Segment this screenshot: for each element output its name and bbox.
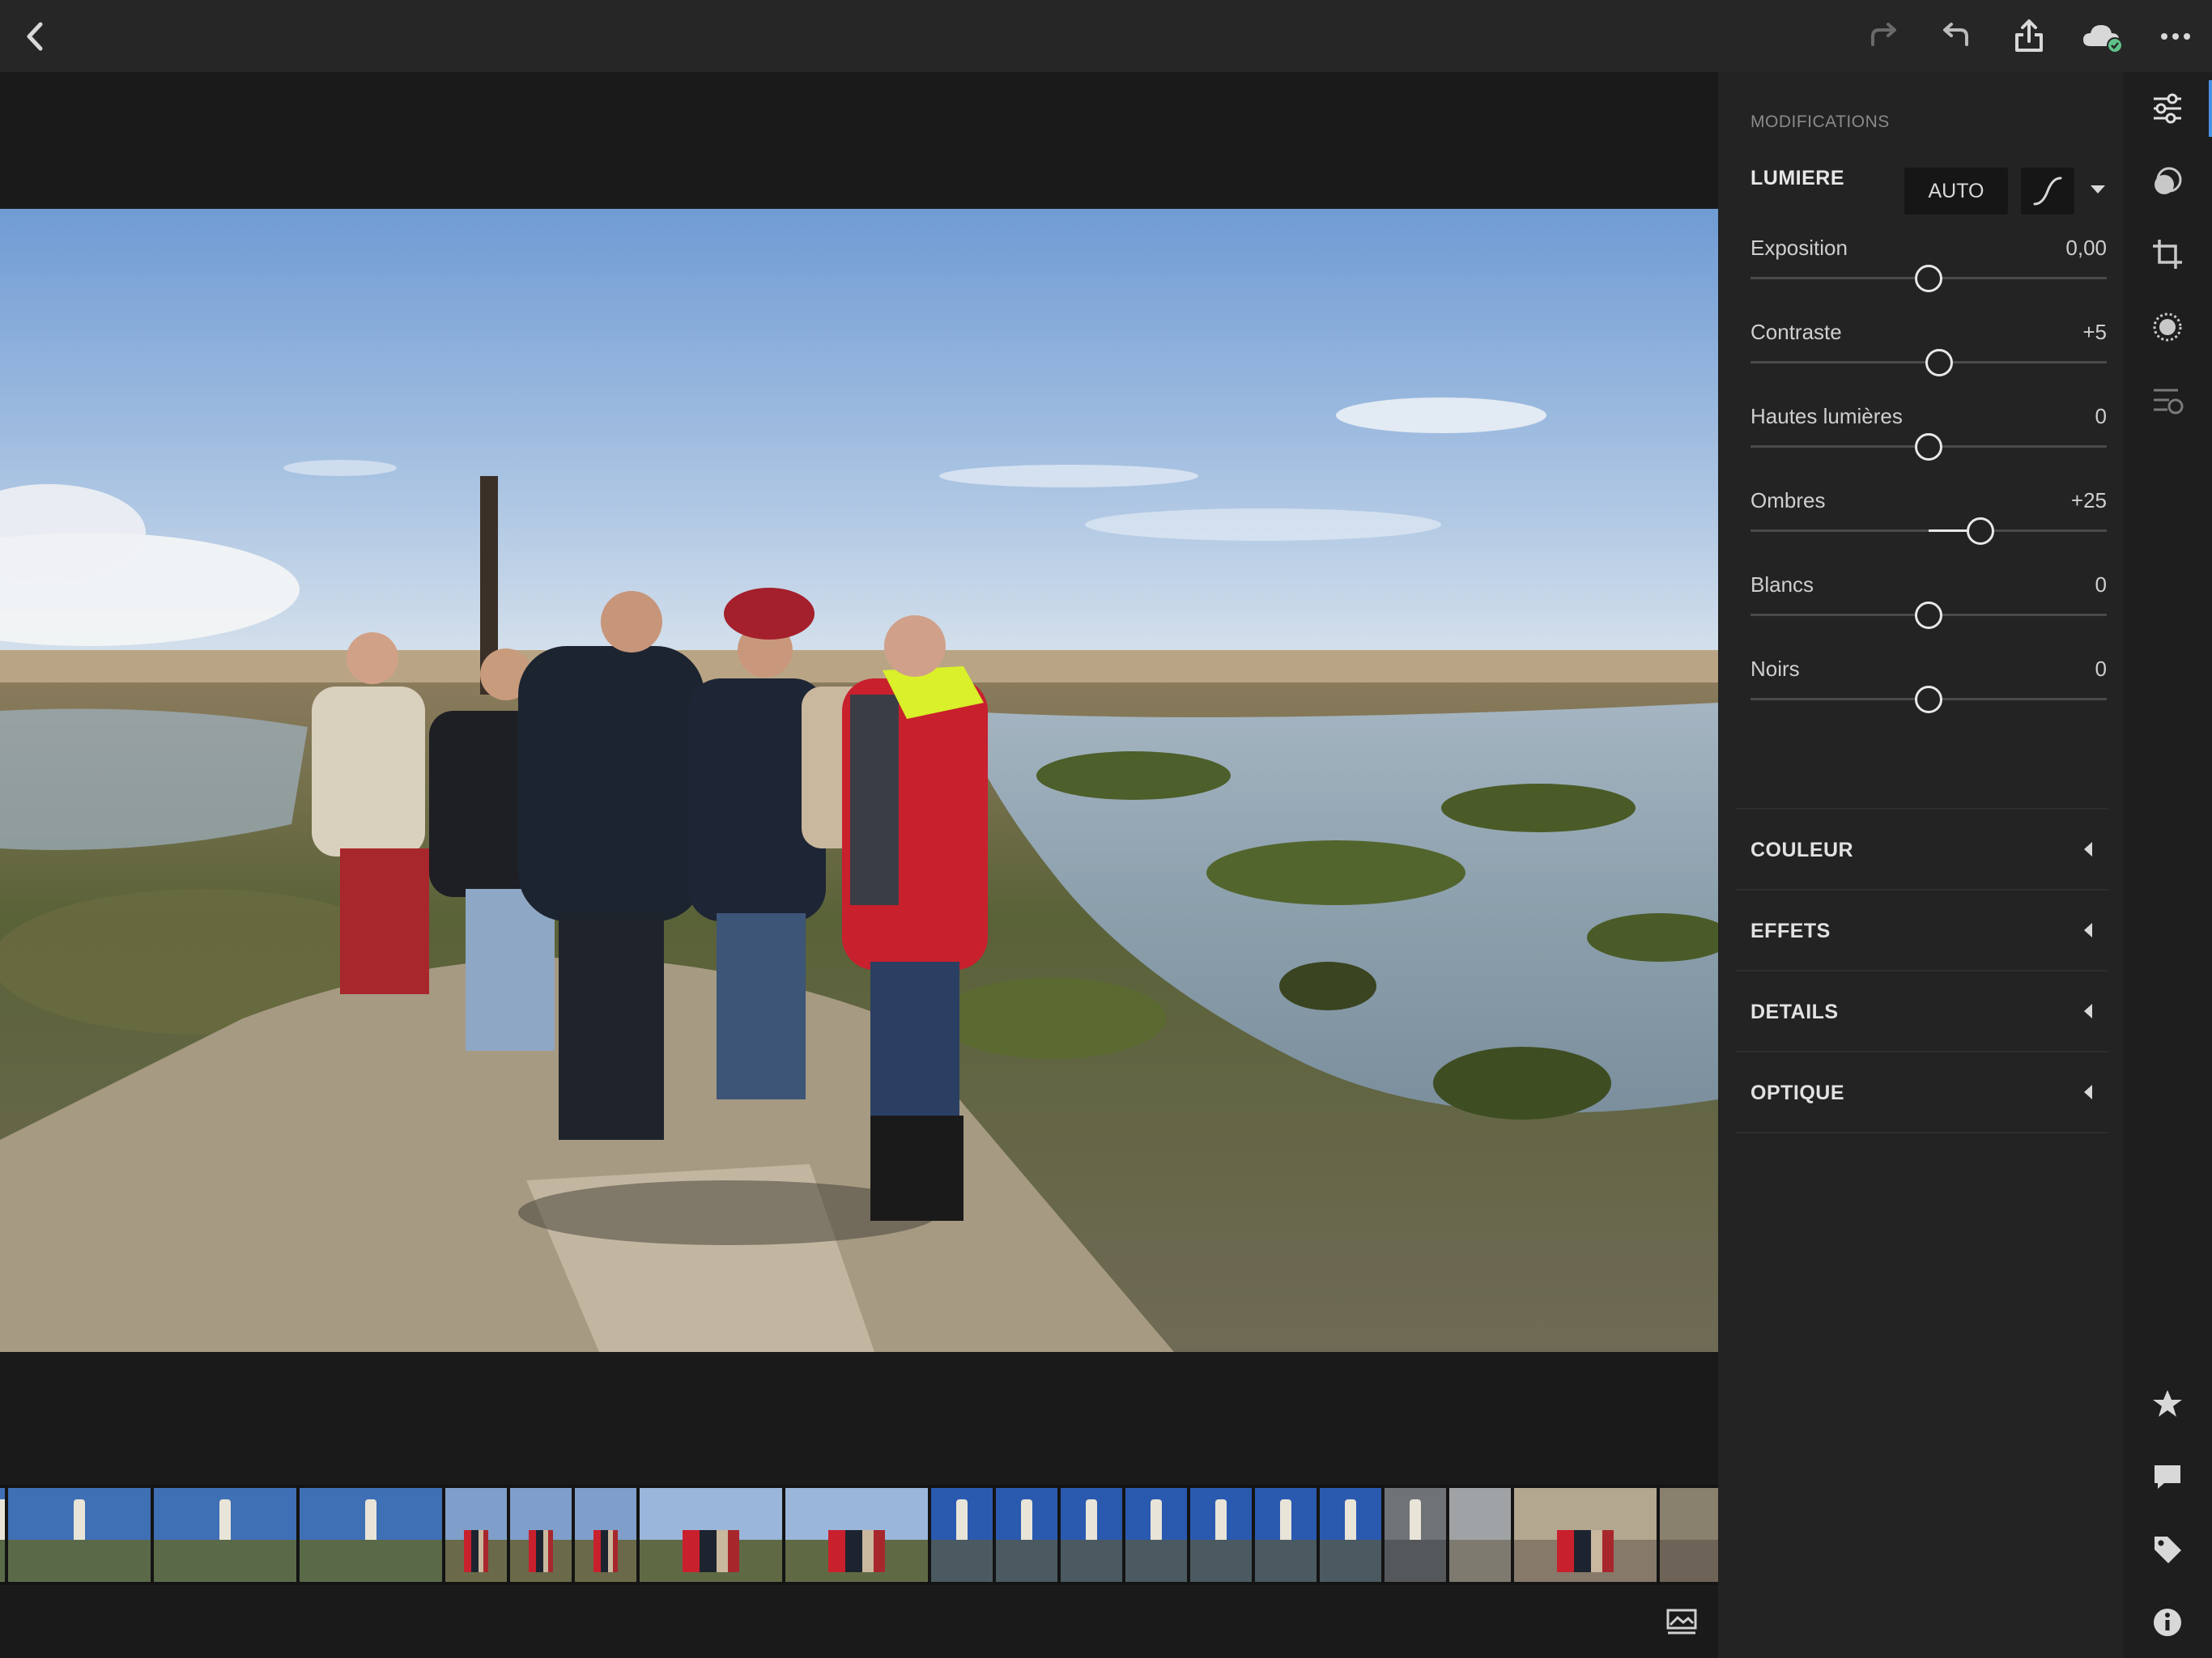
slider-label: Contraste [1750, 320, 1842, 344]
slider-knob[interactable] [1915, 686, 1942, 713]
presets-icon[interactable] [2142, 156, 2193, 206]
section-label: DETAILS [1750, 1001, 1839, 1023]
filmstrip-thumbnail[interactable] [510, 1488, 572, 1582]
filmstrip[interactable] [0, 1485, 1718, 1585]
right-toolbar [2123, 72, 2212, 1658]
section-label: COULEUR [1750, 839, 1854, 861]
slider-label: Blancs [1750, 572, 1814, 597]
filmstrip-thumbnail[interactable] [1385, 1488, 1446, 1582]
slider-knob[interactable] [1915, 602, 1942, 629]
slider-ombres[interactable]: Ombres +25 [1750, 488, 2107, 569]
tone-curve-icon [2033, 176, 2062, 206]
slider-knob[interactable] [1966, 517, 1994, 545]
caret-left-icon [2082, 1002, 2094, 1024]
slider-label: Hautes lumières [1750, 404, 1903, 428]
versions-icon[interactable] [2142, 375, 2193, 425]
slider-value[interactable]: 0,00 [2065, 236, 2107, 261]
undo-icon[interactable] [1930, 11, 1980, 62]
slider-knob[interactable] [1915, 265, 1942, 292]
filmstrip-thumbnail[interactable] [1660, 1488, 1718, 1582]
slider-contraste[interactable]: Contraste +5 [1750, 320, 2107, 401]
section-details[interactable]: DETAILS [1736, 971, 2108, 1052]
slider-value[interactable]: 0 [2095, 657, 2107, 682]
slider-label: Noirs [1750, 657, 1800, 681]
section-label: EFFETS [1750, 920, 1831, 942]
top-bar [0, 0, 2212, 72]
caret-left-icon [2082, 921, 2094, 943]
main-photo[interactable] [0, 209, 1718, 1352]
caret-left-icon [2082, 840, 2094, 862]
edit-panel: MODIFICATIONS LUMIERE AUTO Exposition 0,0… [1718, 72, 2123, 1658]
cloud-sync-icon[interactable] [2078, 11, 2128, 62]
slider-value[interactable]: +25 [2071, 488, 2107, 513]
crop-icon[interactable] [2142, 229, 2193, 279]
slider-value[interactable]: +5 [2082, 320, 2107, 345]
bottom-bar [0, 1585, 1783, 1658]
tone-curve-button[interactable] [2021, 168, 2074, 215]
photo-canvas [0, 72, 1718, 1485]
selective-brush-icon[interactable] [2142, 302, 2193, 352]
filmstrip-thumbnail[interactable] [1320, 1488, 1381, 1582]
filmstrip-thumbnail[interactable] [1125, 1488, 1187, 1582]
light-section-header[interactable]: LUMIERE [1750, 167, 1844, 190]
filmstrip-thumbnail[interactable] [154, 1488, 296, 1582]
info-icon[interactable] [2142, 1597, 2193, 1647]
filmstrip-thumbnail[interactable] [931, 1488, 993, 1582]
slider-noirs[interactable]: Noirs 0 [1750, 657, 2107, 738]
slider-knob[interactable] [1915, 433, 1942, 461]
back-icon[interactable] [10, 11, 60, 62]
filmstrip-thumbnail[interactable] [1190, 1488, 1252, 1582]
filmstrip-thumbnail[interactable] [8, 1488, 151, 1582]
filmstrip-thumbnail[interactable] [300, 1488, 442, 1582]
redo-icon[interactable] [1859, 11, 1909, 62]
section-label: OPTIQUE [1750, 1082, 1845, 1104]
slider-blancs[interactable]: Blancs 0 [1750, 572, 2107, 653]
filmstrip-thumbnail[interactable] [1449, 1488, 1511, 1582]
filmstrip-thumbnail[interactable] [575, 1488, 636, 1582]
slider-hautes-lumi-res[interactable]: Hautes lumières 0 [1750, 404, 2107, 485]
slider-knob[interactable] [1925, 349, 1954, 376]
slider-label: Ombres [1750, 488, 1826, 512]
edit-sliders-icon[interactable] [2142, 83, 2193, 134]
panel-title: MODIFICATIONS [1750, 113, 1890, 131]
filmstrip-thumbnail[interactable] [1514, 1488, 1657, 1582]
section-couleur[interactable]: COULEUR [1736, 810, 2108, 891]
comment-icon[interactable] [2142, 1452, 2193, 1502]
section-effets[interactable]: EFFETS [1736, 891, 2108, 971]
filmstrip-thumbnail[interactable] [1255, 1488, 1317, 1582]
filmstrip-thumbnail[interactable] [445, 1488, 507, 1582]
slider-exposition[interactable]: Exposition 0,00 [1750, 236, 2107, 317]
filmstrip-thumbnail[interactable] [996, 1488, 1057, 1582]
active-tool-indicator [2209, 80, 2212, 137]
caret-down-icon [2091, 185, 2105, 193]
filmstrip-thumbnail[interactable] [1061, 1488, 1122, 1582]
filmstrip-thumbnail[interactable] [640, 1488, 782, 1582]
star-icon[interactable] [2142, 1379, 2193, 1429]
section-optique[interactable]: OPTIQUE [1736, 1052, 2108, 1133]
slider-label: Exposition [1750, 236, 1848, 260]
slider-value[interactable]: 0 [2095, 572, 2107, 597]
slider-value[interactable]: 0 [2095, 404, 2107, 429]
compare-icon[interactable] [1660, 1600, 1704, 1643]
more-icon[interactable] [2150, 11, 2201, 62]
auto-button[interactable]: AUTO [1904, 168, 2008, 215]
tag-icon[interactable] [2142, 1524, 2193, 1575]
light-collapse-caret[interactable] [2089, 184, 2107, 199]
share-icon[interactable] [2004, 11, 2054, 62]
caret-left-icon [2082, 1083, 2094, 1105]
filmstrip-thumbnail[interactable] [0, 1488, 5, 1582]
filmstrip-thumbnail[interactable] [785, 1488, 928, 1582]
